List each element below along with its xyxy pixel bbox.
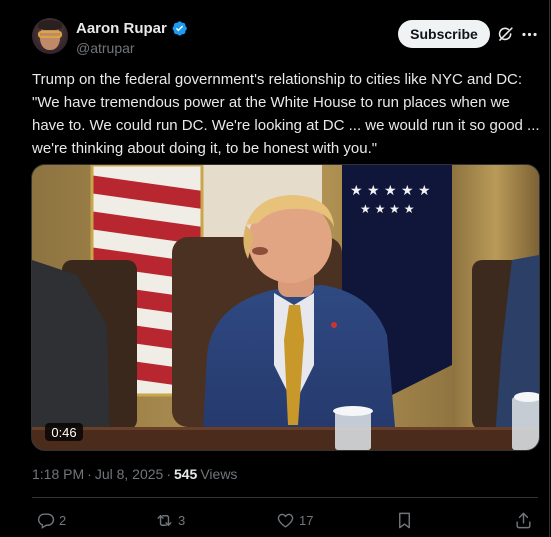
share-icon <box>516 512 531 528</box>
repost-count: 3 <box>178 512 186 528</box>
meta-separator-2: · <box>166 466 171 482</box>
tweet-meta: 1:18 PM · Jul 8, 2025 · 545 Views <box>32 466 237 482</box>
views-count: 545 <box>173 466 198 482</box>
video-player[interactable]: ★ ★ ★ ★ ★ ★ ★ ★ ★ <box>31 164 540 451</box>
post-date[interactable]: Jul 8, 2025 <box>95 466 164 482</box>
verified-badge-icon <box>172 21 187 36</box>
tweet-text: Trump on the federal government's relati… <box>32 71 540 157</box>
author-row: Aaron Rupar <box>76 20 188 37</box>
author-handle[interactable]: @atrupar <box>76 40 135 56</box>
svg-text:★ ★ ★ ★: ★ ★ ★ ★ <box>360 202 414 216</box>
author-name[interactable]: Aaron Rupar <box>76 20 167 37</box>
svg-text:★ ★ ★ ★ ★: ★ ★ ★ ★ ★ <box>350 183 431 199</box>
divider <box>32 497 538 498</box>
reply-count: 2 <box>59 512 67 528</box>
tweet-card: Aaron Rupar @atrupar Subscribe Trump on … <box>0 0 550 537</box>
bookmark-button[interactable] <box>395 510 414 530</box>
post-time[interactable]: 1:18 PM <box>32 466 84 482</box>
views-label: Views <box>200 466 238 482</box>
reply-icon <box>37 512 55 529</box>
reply-button[interactable]: 2 <box>36 510 66 530</box>
like-icon <box>277 513 294 528</box>
like-count: 17 <box>299 512 314 528</box>
video-thumbnail: ★ ★ ★ ★ ★ ★ ★ ★ ★ <box>32 165 539 450</box>
share-button[interactable] <box>514 510 533 530</box>
subscribe-button[interactable]: Subscribe <box>398 20 490 48</box>
repost-button[interactable]: 3 <box>155 510 185 530</box>
repost-icon <box>157 514 172 526</box>
meta-separator: · <box>87 466 92 482</box>
bookmark-icon <box>399 512 410 528</box>
avatar[interactable] <box>32 18 68 54</box>
grok-icon[interactable] <box>496 25 515 44</box>
video-duration: 0:46 <box>45 423 83 441</box>
more-icon[interactable] <box>520 25 539 44</box>
like-button[interactable]: 17 <box>276 510 313 530</box>
